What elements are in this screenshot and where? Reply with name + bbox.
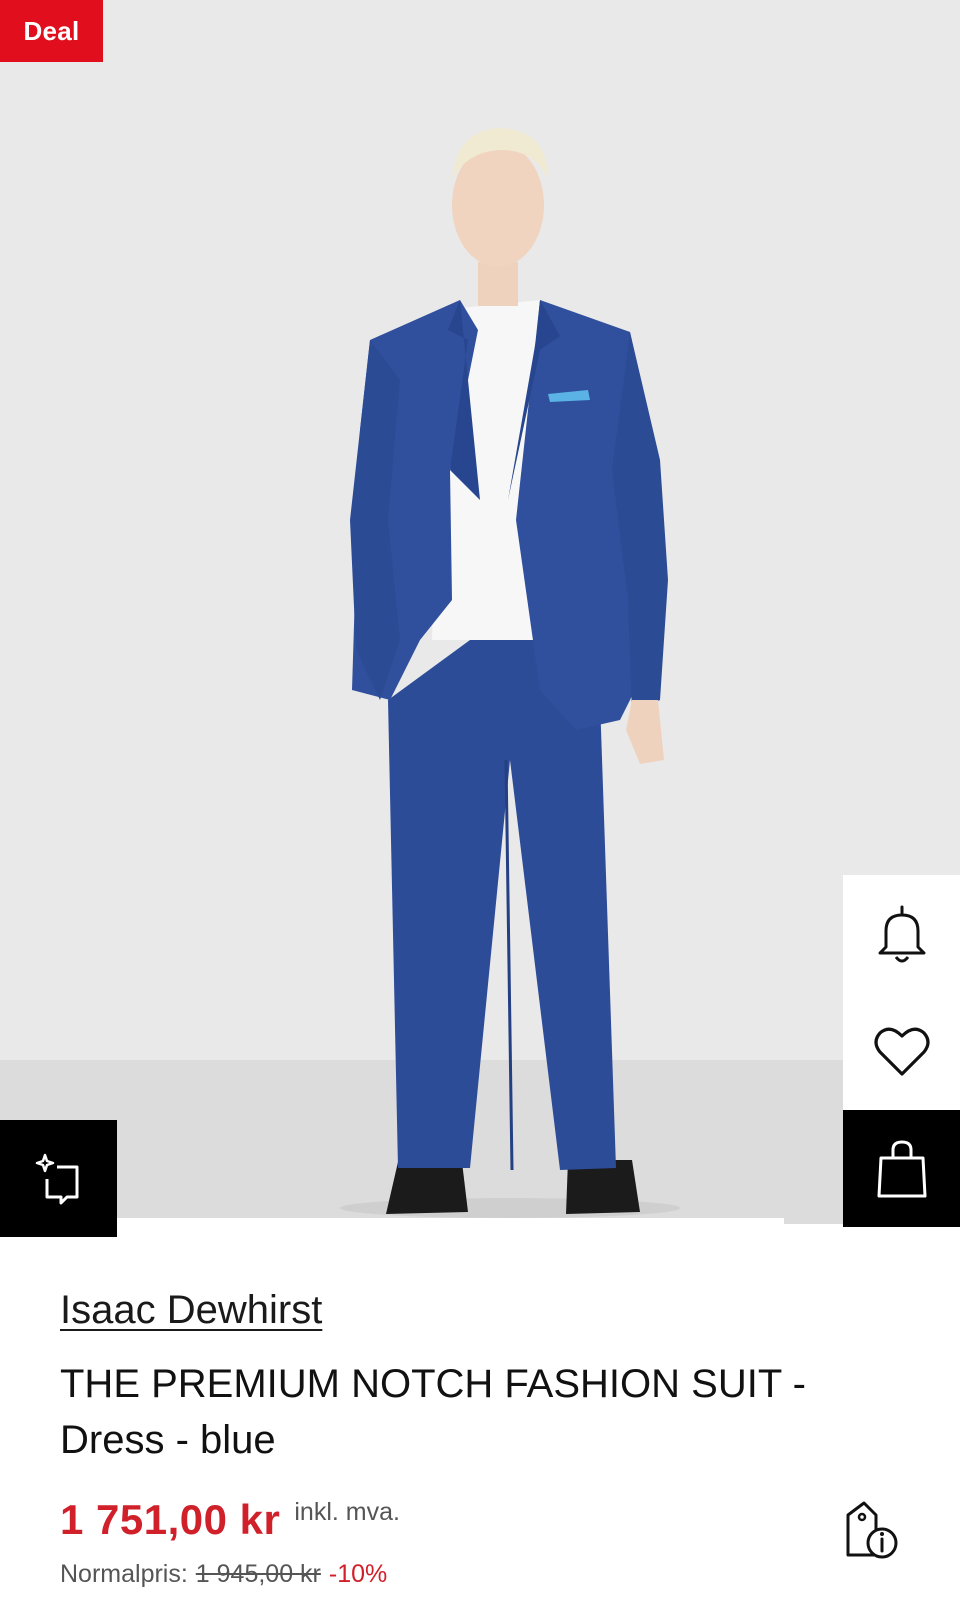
product-image[interactable] — [0, 0, 960, 1224]
price-tag-info-icon — [846, 1501, 898, 1559]
model-illustration — [340, 128, 680, 1218]
bell-icon — [878, 905, 925, 962]
product-info: Isaac Dewhirst THE PREMIUM NOTCH FASHION… — [60, 1284, 820, 1468]
shopping-bag-icon — [877, 1139, 926, 1197]
find-similar-button[interactable] — [0, 1120, 117, 1237]
price-row: 1 751,00 kr inkl. mva. — [60, 1496, 400, 1544]
price-info-button[interactable] — [840, 1496, 904, 1564]
deal-badge: Deal — [0, 0, 103, 62]
discount-badge: -10% — [328, 1560, 388, 1588]
notify-button[interactable] — [843, 875, 960, 992]
image-bottom-strip — [117, 1218, 784, 1226]
heart-icon — [873, 1027, 930, 1076]
normal-price-row: Normalpris: 1 945,00 kr -10% — [60, 1560, 387, 1589]
old-price: 1 945,00 kr — [195, 1560, 321, 1588]
similar-items-icon — [35, 1153, 78, 1204]
wishlist-button[interactable] — [843, 992, 960, 1109]
vat-note: inkl. mva. — [294, 1498, 400, 1526]
normal-price-label: Normalpris: — [60, 1560, 188, 1588]
brand-link[interactable]: Isaac Dewhirst — [60, 1284, 322, 1336]
add-to-bag-button[interactable] — [843, 1110, 960, 1227]
product-title: THE PREMIUM NOTCH FASHION SUIT - Dress -… — [60, 1362, 806, 1462]
current-price: 1 751,00 kr — [60, 1496, 281, 1543]
